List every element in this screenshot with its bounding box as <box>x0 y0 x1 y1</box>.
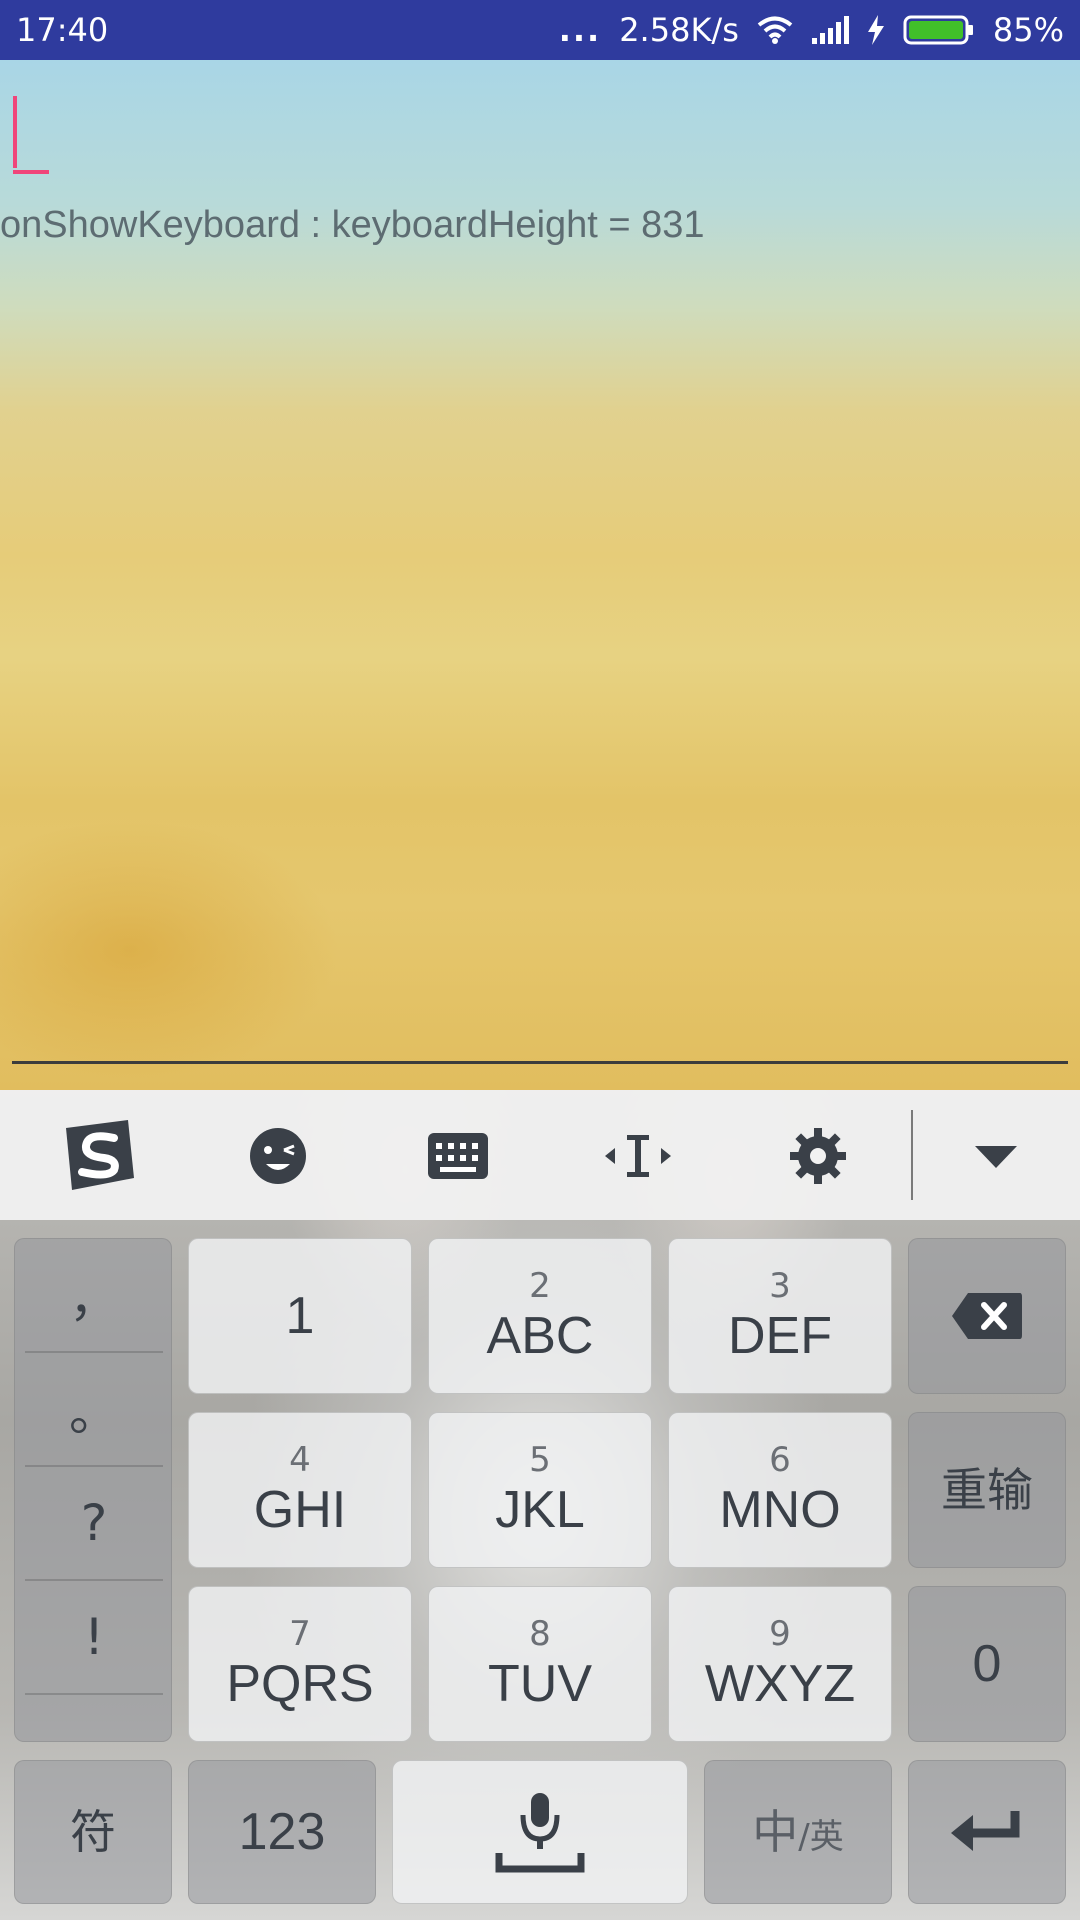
key-label: ABC <box>486 1307 594 1365</box>
symbols-key[interactable]: 符 <box>14 1760 172 1904</box>
key-digit: 9 <box>769 1614 791 1654</box>
space-voice-key[interactable] <box>392 1760 688 1904</box>
battery-percent: 85% <box>992 11 1064 49</box>
toolbar-divider <box>911 1110 913 1200</box>
key-3-def[interactable]: 3 DEF <box>668 1238 892 1394</box>
key-digit: 6 <box>769 1440 791 1480</box>
key-label: 0 <box>972 1635 1002 1693</box>
key-4-ghi[interactable]: 4 GHI <box>188 1412 412 1568</box>
text-cursor-handle[interactable] <box>13 170 49 174</box>
punct-separator <box>25 1693 163 1695</box>
key-label: 重输 <box>941 1463 1033 1517</box>
key-digit: 5 <box>529 1440 551 1480</box>
wifi-icon <box>757 16 793 44</box>
key-label: JKL <box>495 1481 585 1539</box>
soft-keyboard: ， 。 ? ! 1 2 ABC 3 DEF 4 GHI 5 JKL 6 MNO <box>0 1090 1080 1920</box>
numbers-123-key[interactable]: 123 <box>188 1760 376 1904</box>
status-bar: 17:40 ... 2.58K/s 85% <box>0 0 1080 60</box>
key-6-mno[interactable]: 6 MNO <box>668 1412 892 1568</box>
microphone-icon <box>495 1793 585 1873</box>
input-underline <box>12 1061 1068 1064</box>
sogou-logo-icon[interactable] <box>48 1110 148 1202</box>
backspace-key[interactable] <box>908 1238 1066 1394</box>
reenter-key[interactable]: 重输 <box>908 1412 1066 1568</box>
key-label: 符 <box>70 1805 116 1859</box>
punct-key-exclamation[interactable]: ! <box>25 1581 163 1693</box>
language-switch-key[interactable]: 中 /英 <box>704 1760 892 1904</box>
key-digit: 8 <box>529 1614 551 1654</box>
key-2-abc[interactable]: 2 ABC <box>428 1238 652 1394</box>
signal-icon <box>811 16 849 44</box>
status-net-speed: 2.58K/s <box>619 11 739 49</box>
key-0[interactable]: 0 <box>908 1586 1066 1742</box>
key-label: DEF <box>728 1307 832 1365</box>
punct-key-period[interactable]: 。 <box>25 1353 163 1465</box>
gear-icon[interactable] <box>768 1110 868 1202</box>
keyboard-toolbar <box>0 1090 1080 1220</box>
key-5-jkl[interactable]: 5 JKL <box>428 1412 652 1568</box>
key-label: 123 <box>238 1803 326 1861</box>
key-digit: 2 <box>529 1266 551 1306</box>
punctuation-column: ， 。 ? ! <box>14 1238 172 1742</box>
punct-key-question[interactable]: ? <box>25 1467 163 1579</box>
status-dots: ... <box>558 11 602 49</box>
log-text: onShowKeyboard : keyboardHeight = 831 <box>0 204 705 246</box>
status-time: 17:40 <box>16 11 109 49</box>
key-label: TUV <box>488 1655 592 1713</box>
backspace-icon <box>952 1293 1022 1339</box>
key-8-tuv[interactable]: 8 TUV <box>428 1586 652 1742</box>
key-1[interactable]: 1 <box>188 1238 412 1394</box>
key-digit: 3 <box>769 1266 791 1306</box>
key-9-wxyz[interactable]: 9 WXYZ <box>668 1586 892 1742</box>
app-content-area[interactable]: onShowKeyboard : keyboardHeight = 831 <box>0 60 1080 1090</box>
enter-icon <box>951 1811 1020 1851</box>
lang-english-label: /英 <box>798 1817 844 1857</box>
key-7-pqrs[interactable]: 7 PQRS <box>188 1586 412 1742</box>
charging-icon <box>867 15 885 45</box>
chevron-down-icon[interactable] <box>946 1110 1046 1202</box>
enter-key[interactable] <box>908 1760 1066 1904</box>
key-label: 1 <box>285 1287 315 1345</box>
text-cursor <box>13 96 17 168</box>
keyboard-icon[interactable] <box>408 1110 508 1202</box>
key-label: PQRS <box>226 1655 374 1713</box>
key-label: GHI <box>253 1481 347 1539</box>
key-label: WXYZ <box>704 1655 856 1713</box>
key-label: MNO <box>719 1481 841 1539</box>
emoji-icon[interactable] <box>228 1110 328 1202</box>
cursor-move-icon[interactable] <box>588 1110 688 1202</box>
key-digit: 4 <box>289 1440 311 1480</box>
battery-icon <box>903 15 975 45</box>
key-digit: 7 <box>289 1614 311 1654</box>
punct-key-comma[interactable]: ， <box>25 1239 163 1351</box>
lang-chinese-label: 中 <box>752 1805 799 1859</box>
